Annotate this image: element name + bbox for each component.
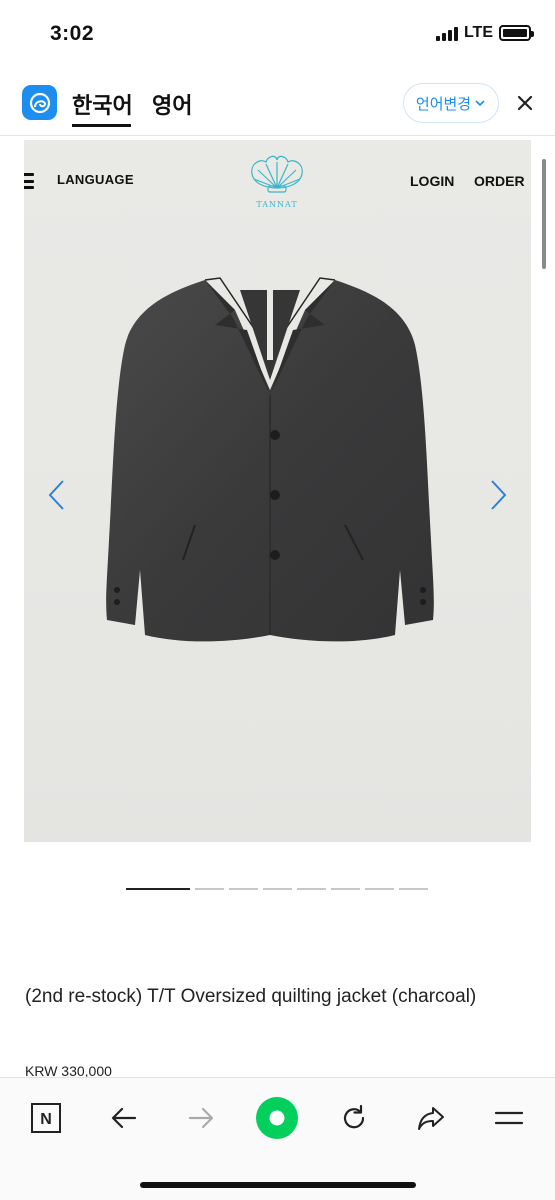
login-link[interactable]: LOGIN	[410, 173, 454, 189]
translate-bar: 한국어 영어 언어변경	[0, 70, 555, 136]
slide-indicators[interactable]	[126, 888, 428, 890]
slide-indicator[interactable]	[195, 888, 224, 890]
forward-button[interactable]	[181, 1098, 221, 1138]
naver-home-button[interactable]: N	[26, 1098, 66, 1138]
chevron-down-icon	[475, 100, 485, 107]
battery-icon	[499, 25, 534, 41]
product-title: (2nd re-stock) T/T Oversized quilting ja…	[25, 986, 477, 1007]
refresh-icon	[343, 1104, 365, 1129]
menu-icon	[494, 1111, 524, 1125]
status-indicators: LTE	[435, 24, 534, 42]
svg-text:N: N	[40, 1111, 52, 1128]
close-icon[interactable]	[514, 92, 536, 114]
language-link[interactable]: LANGUAGE	[57, 172, 134, 187]
hamburger-menu-icon[interactable]	[24, 173, 34, 189]
svg-text:TANNAT: TANNAT	[256, 200, 297, 209]
status-bar: 3:02 LTE	[0, 0, 555, 70]
menu-button[interactable]	[489, 1098, 529, 1138]
change-language-button[interactable]: 언어변경	[403, 83, 499, 123]
product-image-gallery[interactable]: LANGUAGE TANNAT LOGIN ORDER	[24, 140, 531, 842]
network-label: LTE	[463, 24, 493, 41]
forward-arrow-icon	[188, 1107, 214, 1129]
share-button[interactable]	[411, 1098, 451, 1138]
tab-source-language[interactable]: 한국어	[72, 88, 133, 120]
home-indicator[interactable]	[140, 1182, 416, 1188]
papago-logo-icon[interactable]	[22, 85, 57, 120]
product-photo-jacket	[106, 277, 434, 642]
slide-indicator[interactable]	[365, 888, 394, 890]
tab-target-language[interactable]: 영어	[152, 88, 192, 120]
slide-indicator[interactable]	[399, 888, 428, 890]
web-content: LANGUAGE TANNAT LOGIN ORDER (2nd re-stoc…	[0, 137, 555, 1079]
signal-icon	[435, 25, 458, 41]
slide-indicator[interactable]	[331, 888, 360, 890]
change-language-label: 언어변경	[415, 95, 472, 113]
slide-indicator[interactable]	[229, 888, 258, 890]
chevron-right-icon[interactable]	[486, 478, 510, 512]
slide-indicator-active[interactable]	[126, 888, 190, 890]
slide-indicator[interactable]	[263, 888, 292, 890]
back-arrow-icon	[111, 1107, 137, 1129]
green-dot-icon	[256, 1097, 298, 1139]
refresh-button[interactable]	[334, 1098, 374, 1138]
active-tab-underline	[72, 124, 131, 127]
chevron-left-icon[interactable]	[45, 478, 69, 512]
slide-indicator[interactable]	[297, 888, 326, 890]
browser-toolbar: N	[0, 1077, 555, 1200]
green-dot-button[interactable]	[254, 1095, 300, 1141]
back-button[interactable]	[104, 1098, 144, 1138]
status-time: 3:02	[50, 22, 95, 45]
site-logo-icon[interactable]: TANNAT	[236, 152, 318, 214]
page-scrollbar[interactable]	[542, 159, 546, 269]
order-link[interactable]: ORDER	[474, 173, 525, 189]
share-icon	[418, 1107, 444, 1130]
naver-home-icon: N	[31, 1103, 61, 1133]
